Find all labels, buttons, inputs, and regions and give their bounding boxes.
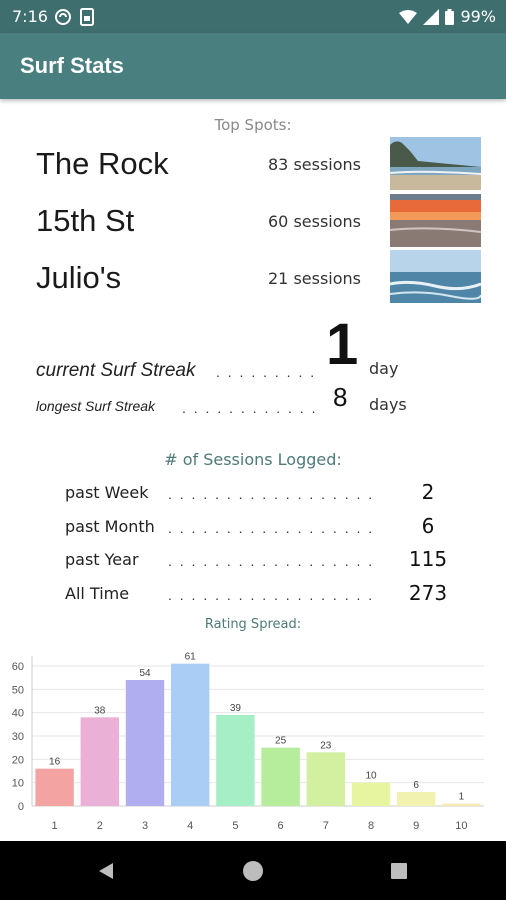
spot-sessions: 83 sessions: [268, 155, 362, 174]
dot-leader: . . . . . . . . . . . . .: [216, 364, 316, 380]
sessions-period-label: past Year: [65, 550, 139, 569]
chart-bar: [396, 792, 436, 806]
wifi-icon: [399, 9, 418, 24]
y-tick-label: 10: [12, 778, 24, 790]
spot-name: 15th St: [36, 203, 135, 238]
battery-icon: [445, 8, 455, 25]
chart-bar: [125, 680, 165, 806]
status-time: 7:16: [12, 7, 48, 26]
sessions-period-value: 273: [408, 581, 448, 605]
y-tick-label: 40: [12, 708, 24, 720]
x-tick-label: 7: [323, 820, 329, 832]
spot-photo: [390, 137, 481, 190]
top-spots-label: Top Spots:: [214, 116, 292, 134]
bar-value-label: 16: [49, 757, 61, 768]
status-system-icons: 99%: [399, 7, 496, 26]
y-tick-label: 60: [12, 661, 24, 673]
dot-leader: . . . . . . . . . . . . . . . . . . . . …: [168, 553, 378, 569]
longest-streak-value: 8: [333, 382, 348, 412]
recents-icon[interactable]: [390, 862, 408, 880]
bar-value-label: 23: [320, 740, 332, 751]
chart-bar: [351, 782, 391, 806]
bar-value-label: 61: [185, 652, 197, 663]
longest-streak-unit: days: [369, 395, 407, 414]
rating-chart-svg: 0 10 20 30 40 50 60 16 1 38 2 54 3 61 4 39 5 25 6 23 7 10 8 6 9 1…: [12, 652, 484, 832]
dot-leader: . . . . . . . . . . . . . . . . . . . .: [182, 400, 316, 416]
bar-value-label: 1: [459, 792, 465, 803]
battery-percent: 99%: [460, 7, 496, 26]
y-tick-label: 0: [18, 801, 24, 813]
signal-icon: [423, 8, 440, 25]
sessions-period-value: 2: [421, 480, 435, 504]
bar-value-label: 25: [275, 736, 287, 747]
sessions-period-label: past Week: [65, 483, 149, 502]
current-streak-label: current Surf Streak: [36, 360, 196, 381]
x-tick-label: 6: [278, 820, 284, 832]
current-streak-unit: day: [369, 359, 399, 378]
spot-sessions: 60 sessions: [268, 212, 362, 231]
rating-spread-label: Rating Spread:: [204, 617, 302, 632]
sessions-period-label: past Month: [65, 517, 155, 536]
navigation-bar: [0, 841, 506, 900]
spot-name: The Rock: [36, 146, 169, 181]
dot-leader: . . . . . . . . . . . . . . . . . . . . …: [168, 486, 378, 502]
y-tick-label: 30: [12, 731, 24, 743]
current-streak-value: 1: [326, 312, 359, 377]
x-tick-label: 5: [232, 820, 238, 832]
x-tick-label: 8: [368, 820, 374, 832]
sessions-period-label: All Time: [65, 584, 130, 603]
longest-streak-label: longest Surf Streak: [36, 398, 156, 414]
y-tick-label: 20: [12, 754, 24, 766]
spot-name: Julio's: [36, 260, 122, 295]
sync-icon: [55, 9, 71, 25]
app-title: Surf Stats: [20, 53, 124, 78]
dot-leader: . . . . . . . . . . . . . . . . . . . . …: [168, 587, 378, 603]
rating-chart: 0 10 20 30 40 50 60 16 1 38 2 54 3 61 4 39 5 25 6 23 7 10 8 6 9 1…: [0, 640, 506, 840]
x-tick-label: 10: [455, 820, 467, 832]
spot-photo: [390, 194, 481, 247]
chart-bar: [80, 717, 120, 806]
bar-value-label: 6: [413, 780, 419, 791]
sessions-period-value: 6: [421, 514, 435, 538]
x-tick-label: 9: [413, 820, 419, 832]
status-bar: 7:16 99%: [0, 0, 506, 33]
bar-value-label: 54: [139, 668, 151, 679]
chart-bar: [306, 752, 346, 806]
y-tick-label: 50: [12, 684, 24, 696]
spot-sessions: 21 sessions: [268, 269, 362, 288]
x-tick-label: 3: [142, 820, 148, 832]
chart-bar: [35, 768, 74, 806]
home-icon[interactable]: [241, 859, 265, 883]
chart-bar: [442, 803, 481, 806]
spot-photo: [390, 250, 481, 303]
x-tick-label: 4: [187, 820, 193, 832]
sessions-logged-label: # of Sessions Logged:: [164, 450, 342, 469]
x-tick-label: 1: [52, 820, 58, 832]
app-bar: Surf Stats: [0, 33, 506, 99]
chart-bar: [216, 715, 255, 806]
chart-bar: [170, 663, 210, 806]
bar-value-label: 39: [230, 703, 242, 714]
status-notification-icons: [54, 8, 94, 26]
sim-icon: [80, 8, 94, 26]
bar-value-label: 10: [365, 771, 377, 782]
bar-value-label: 38: [94, 705, 106, 716]
sessions-period-value: 115: [408, 547, 448, 571]
back-icon[interactable]: [96, 861, 116, 881]
chart-bar: [261, 747, 300, 806]
dot-leader: . . . . . . . . . . . . . . . . . . . . …: [168, 520, 378, 536]
x-tick-label: 2: [97, 820, 103, 832]
